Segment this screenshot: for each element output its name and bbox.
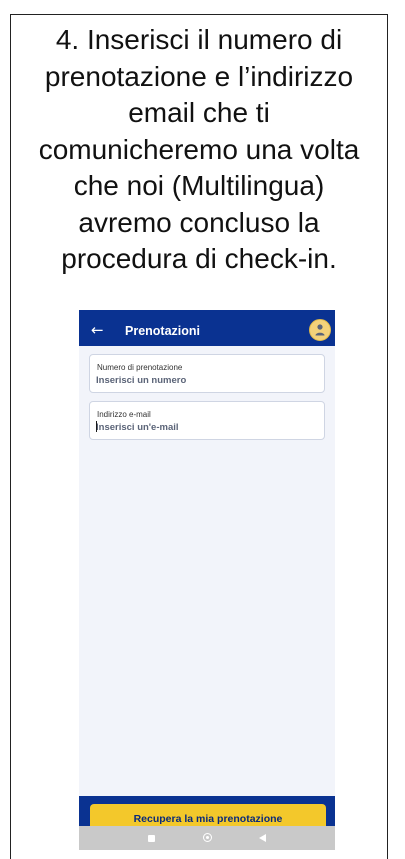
recents-square-icon[interactable] [148,835,155,842]
instruction-line: email che ti [128,97,270,128]
user-avatar-icon[interactable] [309,319,331,341]
app-bar: ← Prenotazioni [79,316,335,346]
text-caret [96,421,97,432]
email-input[interactable] [96,420,316,434]
email-field[interactable]: Indirizzo e-mail [89,401,325,440]
booking-number-label: Numero di prenotazione [97,363,183,372]
email-label: Indirizzo e-mail [97,410,151,419]
instruction-line: comunicheremo una volta [38,133,360,165]
instruction-line: avremo concluso la [78,206,320,238]
back-arrow-icon[interactable]: ← [91,321,104,339]
booking-number-field[interactable]: Numero di prenotazione [89,354,325,393]
back-triangle-icon[interactable] [259,834,266,842]
instruction-line: che noi (Multilingua) [73,170,325,201]
phone-screenshot: ← Prenotazioni Numero di prenotazione In… [79,310,335,850]
page-title: Prenotazioni [125,324,201,338]
instruction-line: 4. Inserisci il numero di [55,24,343,55]
system-navigation-bar [79,826,335,850]
person-icon [315,324,325,336]
instruction-line: procedura di check-in. [61,243,337,274]
instruction-text: 4. Inserisci il numero di prenotazione e… [10,22,388,278]
booking-number-input[interactable] [96,373,316,387]
home-circle-icon[interactable] [203,833,212,842]
instruction-line: prenotazione e l’indirizzo [44,60,354,92]
